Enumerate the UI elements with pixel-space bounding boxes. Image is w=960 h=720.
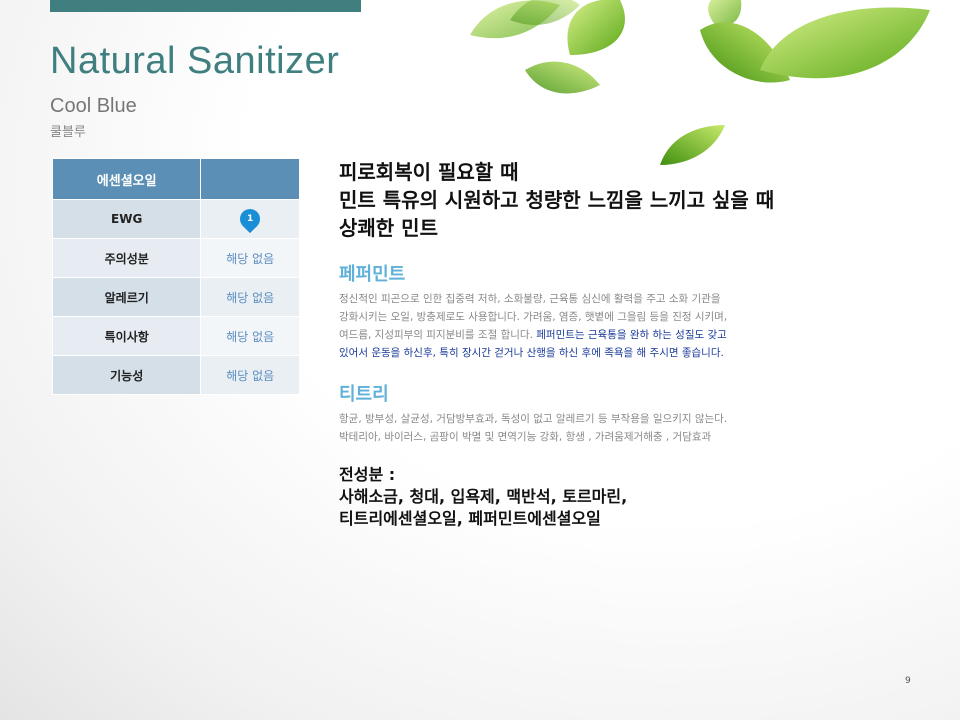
ewg-score: 1 [247, 214, 254, 225]
row-value-caution: 해당 없음 [200, 238, 300, 278]
headline-line: 피로회복이 필요할 때 [339, 160, 519, 184]
row-label-caution: 주의성분 [51, 238, 202, 278]
leaf-shape [525, 61, 600, 94]
body-line: 여드름, 지성피부의 피지분비를 조절 합니다. [339, 329, 533, 341]
leaf-shape [708, 0, 742, 26]
table-header-empty-cell [200, 158, 300, 200]
highlight-text: 있어서 운동을 하신후, 특히 장시간 걷거나 산행을 하신 후에 족욕을 해 … [339, 347, 724, 359]
product-name-ko: 쿨블루 [50, 125, 86, 140]
page-number: 9 [905, 676, 911, 686]
table-row: 주의성분 해당 없음 [51, 238, 300, 278]
headline-line: 민트 특유의 시원하고 청량한 느낌을 느끼고 싶을 때 [339, 188, 775, 212]
product-name-en: Cool Blue [50, 95, 137, 117]
ewg-drop-icon: 1 [236, 204, 265, 234]
table-row: 기능성 해당 없음 [51, 355, 300, 395]
section-title-peppermint: 페퍼민트 [339, 264, 406, 285]
ingredient-info-table: 에센셜오일 EWG 1 주의성분 해당 없음 알레르기 해당 없음 특이사항 해… [51, 158, 300, 395]
highlight-text: 페퍼민트는 근육통을 완하 하는 성질도 갖고 [536, 329, 727, 341]
body-line: 항균, 방부성, 살균성, 거담방부효과, 독성이 없고 알레르기 등 부작용을… [339, 413, 728, 425]
ingredients-line: 사해소금, 청대, 입욕제, 맥반석, 토르마린, [339, 487, 628, 506]
table-row: 특이사항 해당 없음 [51, 316, 300, 356]
table-row: 알레르기 해당 없음 [51, 277, 300, 317]
ingredients-line: 티트리에센셜오일, 페퍼민트에센셜오일 [339, 509, 601, 528]
table-header-row: 에센셜오일 [51, 158, 300, 200]
row-value-ewg: 1 [200, 199, 300, 239]
green-leaves-decoration [470, 0, 930, 165]
section-title-teatree: 티트리 [339, 384, 389, 405]
page-title: Natural Sanitizer [50, 40, 340, 82]
row-value-functional: 해당 없음 [200, 355, 300, 395]
section-body-teatree: 항균, 방부성, 살균성, 거담방부효과, 독성이 없고 알레르기 등 부작용을… [339, 410, 859, 446]
body-line: 강화시키는 오일, 방충제로도 사용합니다. 가려움, 염증, 햇볕에 그을림 … [339, 311, 728, 323]
row-label-notes: 특이사항 [51, 316, 202, 356]
section-body-peppermint: 정신적인 피곤으로 인한 집중력 저하, 소화불량, 근육통 심신에 활력을 주… [339, 290, 859, 362]
ingredients-label: 전성분 : [339, 465, 396, 484]
body-line: 박테리아, 바이러스, 곰팡이 박멸 및 면역기능 강화, 항생 , 가려움제거… [339, 431, 712, 443]
full-ingredients-block: 전성분 : 사해소금, 청대, 입욕제, 맥반석, 토르마린, 티트리에센셜오일… [339, 464, 627, 530]
row-value-notes: 해당 없음 [200, 316, 300, 356]
headline-line: 상쾌한 민트 [339, 216, 438, 240]
body-line: 정신적인 피곤으로 인한 집중력 저하, 소화불량, 근육통 심신에 활력을 주… [339, 293, 721, 305]
top-accent-bar [50, 0, 361, 12]
row-label-ewg: EWG [51, 199, 202, 239]
leaf-shape [760, 7, 930, 79]
row-label-functional: 기능성 [51, 355, 202, 395]
table-header-cell: 에센셜오일 [51, 158, 202, 200]
table-row: EWG 1 [51, 199, 300, 239]
row-value-allergy: 해당 없음 [200, 277, 300, 317]
headline-block: 피로회복이 필요할 때 민트 특유의 시원하고 청량한 느낌을 느끼고 싶을 때… [339, 158, 774, 242]
row-label-allergy: 알레르기 [51, 277, 202, 317]
